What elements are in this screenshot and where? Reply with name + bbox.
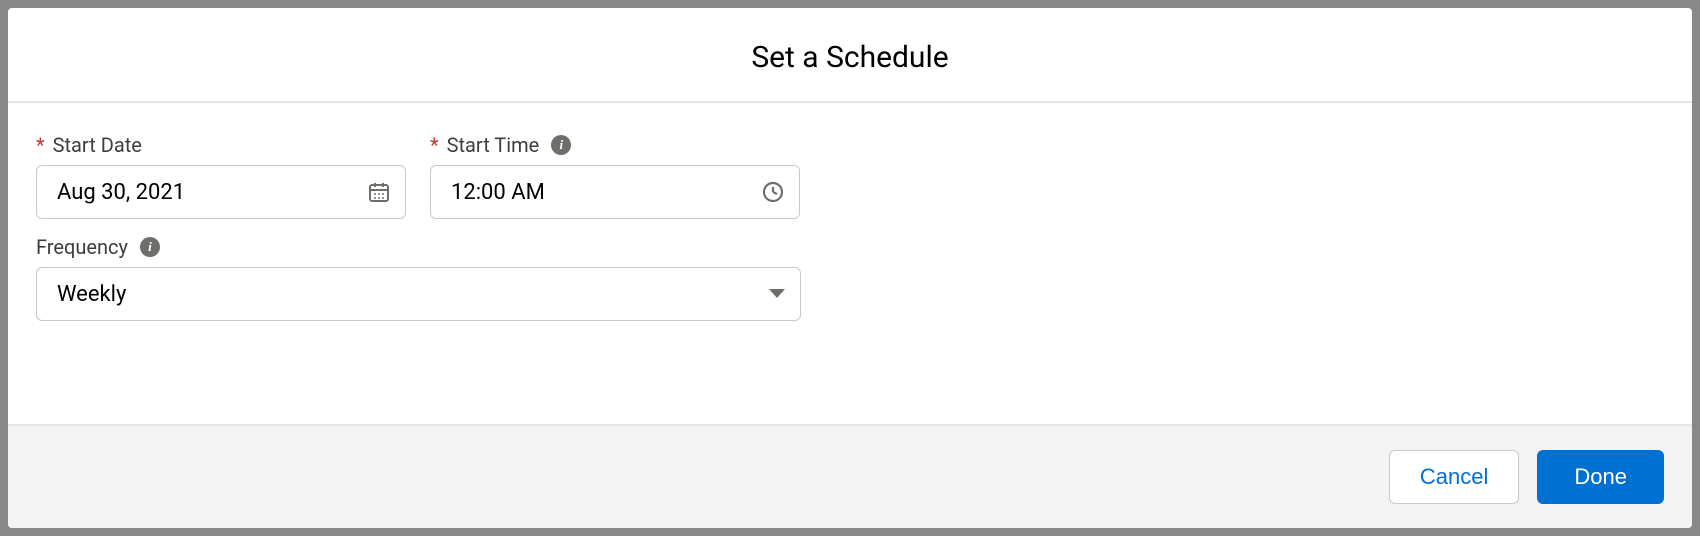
cancel-button[interactable]: Cancel <box>1389 450 1519 504</box>
frequency-label-row: Frequency i <box>36 235 801 259</box>
start-time-input[interactable]: 12:00 AM <box>451 180 749 205</box>
start-date-input[interactable]: Aug 30, 2021 <box>57 180 355 205</box>
start-time-label: Start Time <box>447 133 540 157</box>
chevron-down-icon[interactable] <box>768 288 786 300</box>
start-time-field: * Start Time i 12:00 AM <box>430 133 800 219</box>
start-time-input-wrap[interactable]: 12:00 AM <box>430 165 800 219</box>
required-asterisk: * <box>430 135 439 155</box>
field-row-2: Frequency i Weekly <box>36 235 1664 321</box>
start-date-input-wrap[interactable]: Aug 30, 2021 <box>36 165 406 219</box>
info-icon[interactable]: i <box>140 237 160 257</box>
dialog-header: Set a Schedule <box>8 8 1692 103</box>
start-date-field: * Start Date Aug 30, 2021 <box>36 133 406 219</box>
info-icon[interactable]: i <box>551 135 571 155</box>
frequency-value[interactable]: Weekly <box>57 282 750 307</box>
done-button-label: Done <box>1574 464 1627 490</box>
required-asterisk: * <box>36 135 45 155</box>
start-date-label: Start Date <box>53 133 142 157</box>
calendar-icon[interactable] <box>367 180 391 204</box>
frequency-select[interactable]: Weekly <box>36 267 801 321</box>
start-time-label-row: * Start Time i <box>430 133 800 157</box>
dialog-footer: Cancel Done <box>8 426 1692 528</box>
field-row-1: * Start Date Aug 30, 2021 <box>36 133 1664 219</box>
schedule-dialog: Set a Schedule * Start Date Aug 30, 2021 <box>8 8 1692 528</box>
dialog-title: Set a Schedule <box>8 40 1692 75</box>
done-button[interactable]: Done <box>1537 450 1664 504</box>
dialog-body: * Start Date Aug 30, 2021 <box>8 103 1692 426</box>
start-date-label-row: * Start Date <box>36 133 406 157</box>
frequency-field: Frequency i Weekly <box>36 235 801 321</box>
frequency-label: Frequency <box>36 235 128 259</box>
clock-icon[interactable] <box>761 180 785 204</box>
cancel-button-label: Cancel <box>1420 464 1488 490</box>
